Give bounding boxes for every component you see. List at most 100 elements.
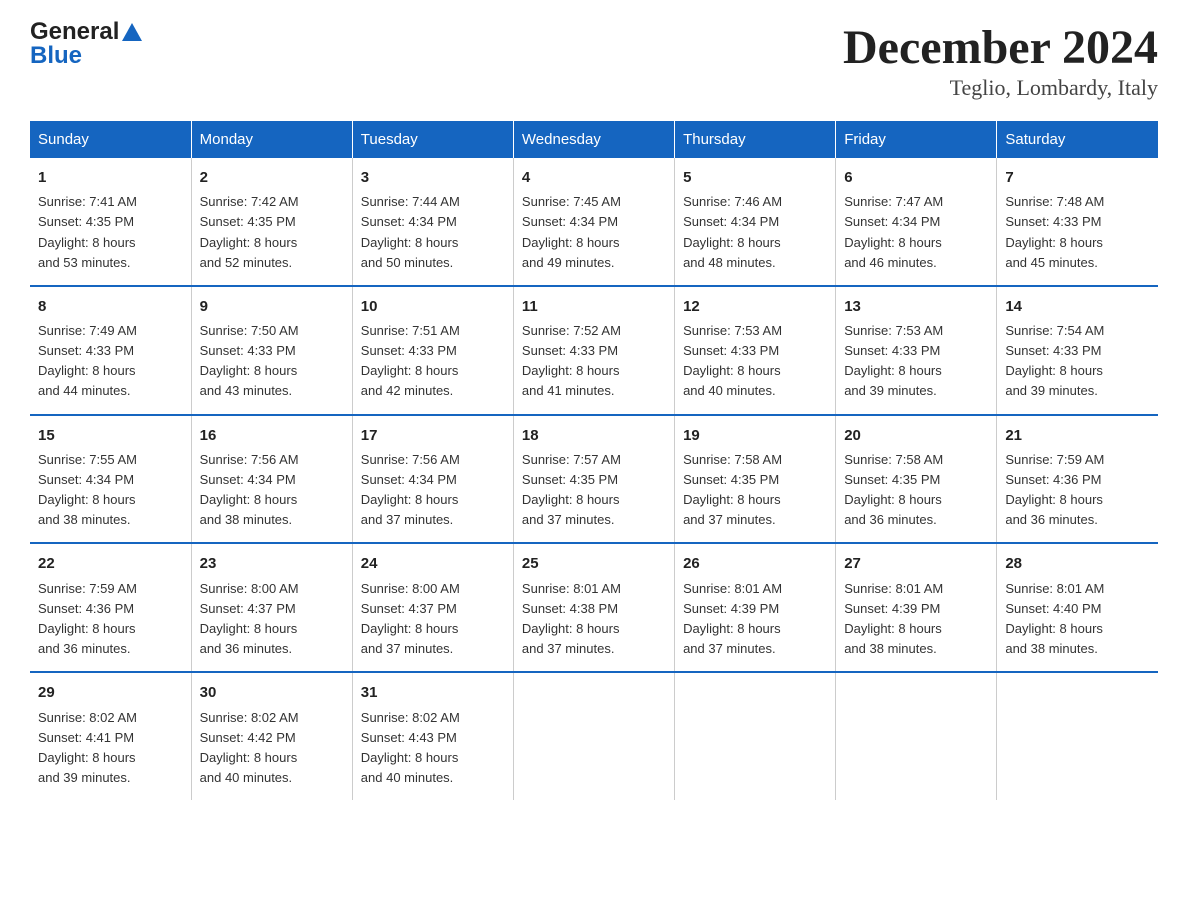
day-content: Sunrise: 7:57 AM Sunset: 4:35 PM Dayligh… — [522, 450, 666, 531]
day-number: 4 — [522, 166, 666, 189]
day-content: Sunrise: 7:45 AM Sunset: 4:34 PM Dayligh… — [522, 192, 666, 273]
day-number: 16 — [200, 424, 344, 447]
day-content: Sunrise: 7:59 AM Sunset: 4:36 PM Dayligh… — [38, 579, 183, 660]
day-number: 14 — [1005, 295, 1150, 318]
calendar-week-2: 8Sunrise: 7:49 AM Sunset: 4:33 PM Daylig… — [30, 286, 1158, 415]
calendar-cell: 18Sunrise: 7:57 AM Sunset: 4:35 PM Dayli… — [513, 415, 674, 544]
calendar-cell: 29 Sunrise: 8:02 AM Sunset: 4:41 PM Dayli… — [30, 672, 191, 800]
calendar-cell: 21 Sunrise: 7:59 AM Sunset: 4:36 PM Dayli… — [997, 415, 1158, 544]
day-number: 7 — [1005, 166, 1150, 189]
calendar-table: SundayMondayTuesdayWednesdayThursdayFrid… — [30, 121, 1158, 800]
day-number: 3 — [361, 166, 505, 189]
page-title: December 2024 — [843, 20, 1158, 75]
calendar-cell: 28 Sunrise: 8:01 AM Sunset: 4:40 PM Dayli… — [997, 543, 1158, 672]
day-number: 30 — [200, 681, 344, 704]
day-number: 24 — [361, 552, 505, 575]
calendar-body: 1 Sunrise: 7:41 AM Sunset: 4:35 PM Daylig… — [30, 158, 1158, 800]
day-number: 9 — [200, 295, 344, 318]
calendar-cell: 14 Sunrise: 7:54 AM Sunset: 4:33 PM Dayli… — [997, 286, 1158, 415]
day-content: Sunrise: 7:58 AM Sunset: 4:35 PM Dayligh… — [683, 450, 827, 531]
day-content: Sunrise: 7:41 AM Sunset: 4:35 PM Dayligh… — [38, 192, 183, 273]
calendar-cell: 23Sunrise: 8:00 AM Sunset: 4:37 PM Dayli… — [191, 543, 352, 672]
day-content: Sunrise: 7:44 AM Sunset: 4:34 PM Dayligh… — [361, 192, 505, 273]
header-cell-tuesday: Tuesday — [352, 121, 513, 158]
logo-general: General — [30, 20, 142, 44]
day-content: Sunrise: 7:47 AM Sunset: 4:34 PM Dayligh… — [844, 192, 988, 273]
day-content: Sunrise: 7:53 AM Sunset: 4:33 PM Dayligh… — [844, 321, 988, 402]
day-number: 11 — [522, 295, 666, 318]
day-number: 21 — [1005, 424, 1150, 447]
logo-blue: Blue — [30, 44, 142, 68]
calendar-cell: 11 Sunrise: 7:52 AM Sunset: 4:33 PM Dayli… — [513, 286, 674, 415]
day-content: Sunrise: 7:56 AM Sunset: 4:34 PM Dayligh… — [361, 450, 505, 531]
day-number: 2 — [200, 166, 344, 189]
day-number: 8 — [38, 295, 183, 318]
day-number: 29 — [38, 681, 183, 704]
header-cell-monday: Monday — [191, 121, 352, 158]
day-number: 22 — [38, 552, 183, 575]
day-number: 28 — [1005, 552, 1150, 575]
day-content: Sunrise: 8:01 AM Sunset: 4:40 PM Dayligh… — [1005, 579, 1150, 660]
day-number: 6 — [844, 166, 988, 189]
calendar-cell: 22 Sunrise: 7:59 AM Sunset: 4:36 PM Dayli… — [30, 543, 191, 672]
header-row: SundayMondayTuesdayWednesdayThursdayFrid… — [30, 121, 1158, 158]
calendar-cell: 2 Sunrise: 7:42 AM Sunset: 4:35 PM Daylig… — [191, 158, 352, 286]
day-content: Sunrise: 7:48 AM Sunset: 4:33 PM Dayligh… — [1005, 192, 1150, 273]
logo-area: General Blue — [30, 20, 142, 68]
calendar-cell: 24 Sunrise: 8:00 AM Sunset: 4:37 PM Dayli… — [352, 543, 513, 672]
day-content: Sunrise: 7:50 AM Sunset: 4:33 PM Dayligh… — [200, 321, 344, 402]
day-content: Sunrise: 8:02 AM Sunset: 4:43 PM Dayligh… — [361, 708, 505, 789]
day-content: Sunrise: 7:54 AM Sunset: 4:33 PM Dayligh… — [1005, 321, 1150, 402]
day-content: Sunrise: 7:56 AM Sunset: 4:34 PM Dayligh… — [200, 450, 344, 531]
page-header: General Blue December 2024 Teglio, Lomba… — [30, 20, 1158, 101]
calendar-cell: 7 Sunrise: 7:48 AM Sunset: 4:33 PM Daylig… — [997, 158, 1158, 286]
day-content: Sunrise: 8:00 AM Sunset: 4:37 PM Dayligh… — [200, 579, 344, 660]
title-area: December 2024 Teglio, Lombardy, Italy — [843, 20, 1158, 101]
calendar-cell: 31 Sunrise: 8:02 AM Sunset: 4:43 PM Dayli… — [352, 672, 513, 800]
page-subtitle: Teglio, Lombardy, Italy — [843, 75, 1158, 101]
day-number: 19 — [683, 424, 827, 447]
day-number: 12 — [683, 295, 827, 318]
day-content: Sunrise: 7:55 AM Sunset: 4:34 PM Dayligh… — [38, 450, 183, 531]
day-number: 31 — [361, 681, 505, 704]
calendar-cell: 9 Sunrise: 7:50 AM Sunset: 4:33 PM Daylig… — [191, 286, 352, 415]
day-number: 1 — [38, 166, 183, 189]
day-content: Sunrise: 8:02 AM Sunset: 4:41 PM Dayligh… — [38, 708, 183, 789]
calendar-cell: 13 Sunrise: 7:53 AM Sunset: 4:33 PM Dayli… — [836, 286, 997, 415]
day-content: Sunrise: 7:46 AM Sunset: 4:34 PM Dayligh… — [683, 192, 827, 273]
calendar-cell: 27 Sunrise: 8:01 AM Sunset: 4:39 PM Dayli… — [836, 543, 997, 672]
calendar-cell: 10Sunrise: 7:51 AM Sunset: 4:33 PM Dayli… — [352, 286, 513, 415]
calendar-cell — [997, 672, 1158, 800]
calendar-cell: 25 Sunrise: 8:01 AM Sunset: 4:38 PM Dayli… — [513, 543, 674, 672]
calendar-cell: 6 Sunrise: 7:47 AM Sunset: 4:34 PM Daylig… — [836, 158, 997, 286]
day-content: Sunrise: 7:59 AM Sunset: 4:36 PM Dayligh… — [1005, 450, 1150, 531]
day-number: 13 — [844, 295, 988, 318]
day-content: Sunrise: 7:53 AM Sunset: 4:33 PM Dayligh… — [683, 321, 827, 402]
calendar-cell: 17Sunrise: 7:56 AM Sunset: 4:34 PM Dayli… — [352, 415, 513, 544]
day-content: Sunrise: 7:52 AM Sunset: 4:33 PM Dayligh… — [522, 321, 666, 402]
day-number: 26 — [683, 552, 827, 575]
calendar-cell: 16 Sunrise: 7:56 AM Sunset: 4:34 PM Dayli… — [191, 415, 352, 544]
day-content: Sunrise: 8:01 AM Sunset: 4:38 PM Dayligh… — [522, 579, 666, 660]
day-content: Sunrise: 8:00 AM Sunset: 4:37 PM Dayligh… — [361, 579, 505, 660]
day-content: Sunrise: 8:01 AM Sunset: 4:39 PM Dayligh… — [844, 579, 988, 660]
calendar-cell: 4 Sunrise: 7:45 AM Sunset: 4:34 PM Daylig… — [513, 158, 674, 286]
calendar-cell: 1 Sunrise: 7:41 AM Sunset: 4:35 PM Daylig… — [30, 158, 191, 286]
day-content: Sunrise: 7:51 AM Sunset: 4:33 PM Dayligh… — [361, 321, 505, 402]
calendar-cell: 8Sunrise: 7:49 AM Sunset: 4:33 PM Daylig… — [30, 286, 191, 415]
calendar-cell: 19 Sunrise: 7:58 AM Sunset: 4:35 PM Dayli… — [675, 415, 836, 544]
header-cell-saturday: Saturday — [997, 121, 1158, 158]
logo: General Blue — [30, 20, 142, 68]
calendar-cell — [836, 672, 997, 800]
day-content: Sunrise: 8:02 AM Sunset: 4:42 PM Dayligh… — [200, 708, 344, 789]
day-content: Sunrise: 7:42 AM Sunset: 4:35 PM Dayligh… — [200, 192, 344, 273]
day-number: 5 — [683, 166, 827, 189]
calendar-cell: 30 Sunrise: 8:02 AM Sunset: 4:42 PM Dayli… — [191, 672, 352, 800]
header-cell-sunday: Sunday — [30, 121, 191, 158]
calendar-cell: 12 Sunrise: 7:53 AM Sunset: 4:33 PM Dayli… — [675, 286, 836, 415]
calendar-week-3: 15Sunrise: 7:55 AM Sunset: 4:34 PM Dayli… — [30, 415, 1158, 544]
day-number: 25 — [522, 552, 666, 575]
calendar-cell: 15Sunrise: 7:55 AM Sunset: 4:34 PM Dayli… — [30, 415, 191, 544]
calendar-week-1: 1 Sunrise: 7:41 AM Sunset: 4:35 PM Daylig… — [30, 158, 1158, 286]
day-number: 27 — [844, 552, 988, 575]
